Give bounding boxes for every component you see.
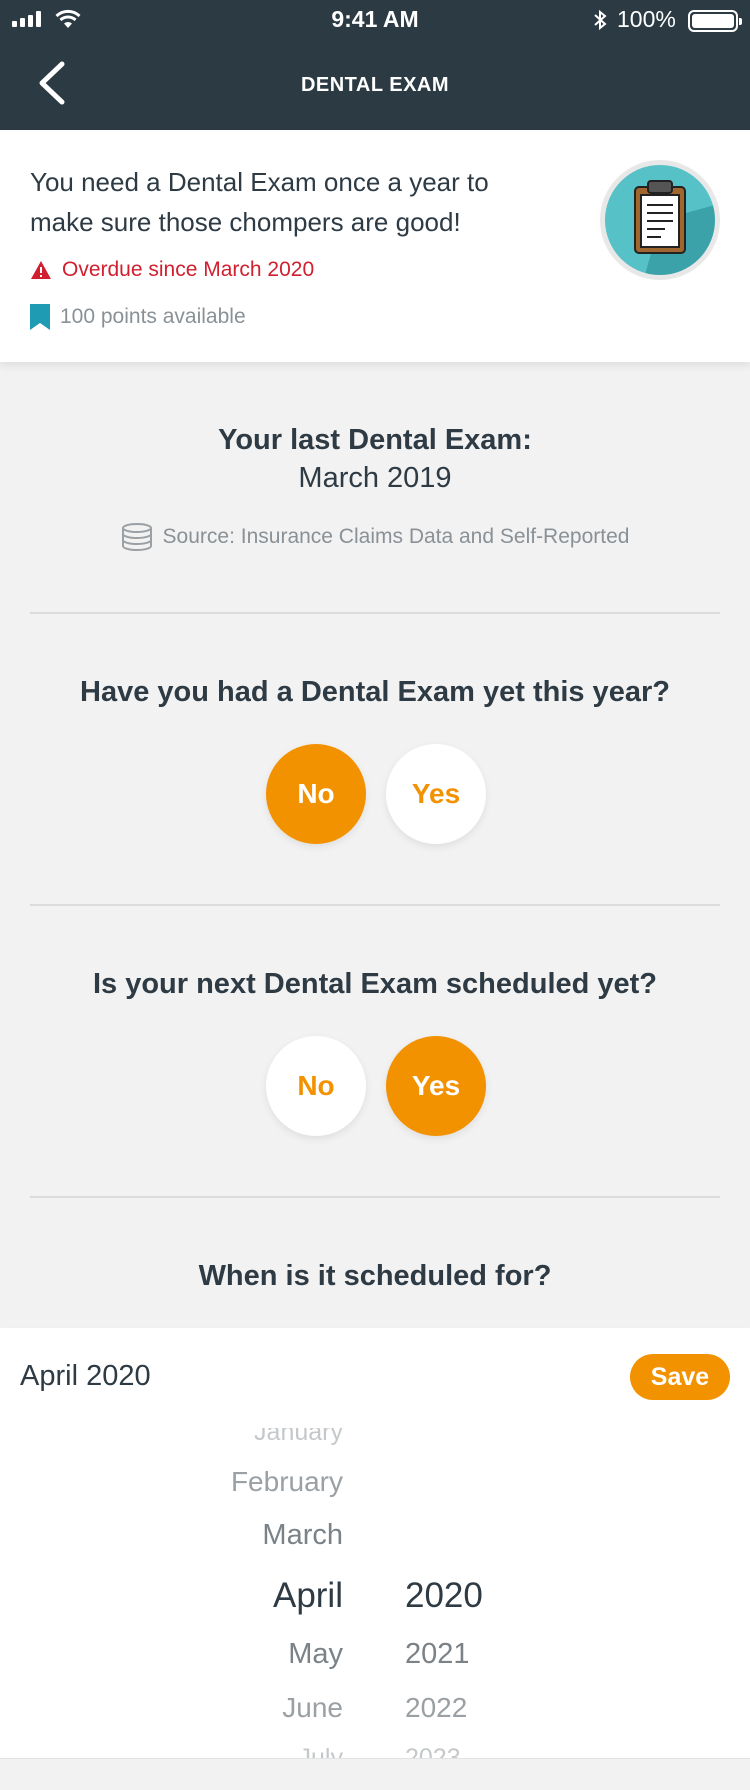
overdue-status: Overdue since March 2020 <box>30 258 314 282</box>
picker-month-item[interactable]: March <box>262 1519 343 1552</box>
divider <box>30 612 720 614</box>
top-bar: 9:41 AM 100% DENTAL EXAM <box>0 0 750 130</box>
last-exam-heading: Your last Dental Exam: <box>218 424 532 456</box>
picker-month-item[interactable]: June <box>282 1692 343 1724</box>
divider <box>30 904 720 906</box>
clipboard-avatar <box>600 160 720 280</box>
q1-yes-button[interactable]: Yes <box>386 744 486 844</box>
question-next-exam-scheduled: Is your next Dental Exam scheduled yet? <box>92 968 658 1000</box>
exam-description: You need a Dental Exam once a year to ma… <box>30 167 489 237</box>
question-scheduled-date: When is it scheduled for? <box>198 1260 552 1292</box>
picker-year-item[interactable]: 2023 <box>405 1744 461 1758</box>
picker-month-item[interactable]: July <box>299 1744 343 1758</box>
divider <box>30 1196 720 1198</box>
q1-no-button[interactable]: No <box>266 744 366 844</box>
points-info: 100 points available <box>30 304 246 330</box>
last-exam-date: March 2019 <box>298 462 452 494</box>
database-icon <box>121 523 152 551</box>
scheduled-date-value[interactable]: April 2020 <box>20 1360 151 1393</box>
picker-year-item[interactable]: 2022 <box>405 1692 467 1724</box>
bottom-bar <box>0 1758 750 1790</box>
picker-month-selected[interactable]: April <box>273 1576 343 1616</box>
picker-month-item[interactable]: January <box>254 1428 343 1447</box>
battery-icon <box>688 10 742 32</box>
source-text: Source: Insurance Claims Data and Self-R… <box>162 525 630 548</box>
question-exam-this-year: Have you had a Dental Exam yet this year… <box>80 676 670 708</box>
picker-month-item[interactable]: May <box>288 1638 343 1671</box>
points-text: 100 points available <box>60 305 246 328</box>
scheduled-date-row: April 2020 Save <box>0 1328 750 1428</box>
bluetooth-icon <box>594 9 607 31</box>
info-card: You need a Dental Exam once a year to ma… <box>0 130 750 362</box>
picker-year-item[interactable]: 2021 <box>405 1638 470 1671</box>
picker-month-item[interactable]: February <box>231 1466 343 1498</box>
clipboard-icon <box>634 180 715 275</box>
bookmark-icon <box>30 304 50 330</box>
picker-year-selected[interactable]: 2020 <box>405 1576 483 1616</box>
status-bar: 9:41 AM 100% <box>0 0 750 40</box>
page-title: DENTAL EXAM <box>300 74 450 96</box>
battery-percentage: 100% <box>617 6 676 32</box>
q2-yes-button[interactable]: Yes <box>386 1036 486 1136</box>
save-button[interactable]: Save <box>630 1354 730 1400</box>
overdue-text: Overdue since March 2020 <box>62 258 315 281</box>
warning-icon <box>31 261 51 279</box>
q2-no-button[interactable]: No <box>266 1036 366 1136</box>
date-picker[interactable]: January February March April May June Ju… <box>0 1428 750 1758</box>
data-source: Source: Insurance Claims Data and Self-R… <box>0 522 750 552</box>
